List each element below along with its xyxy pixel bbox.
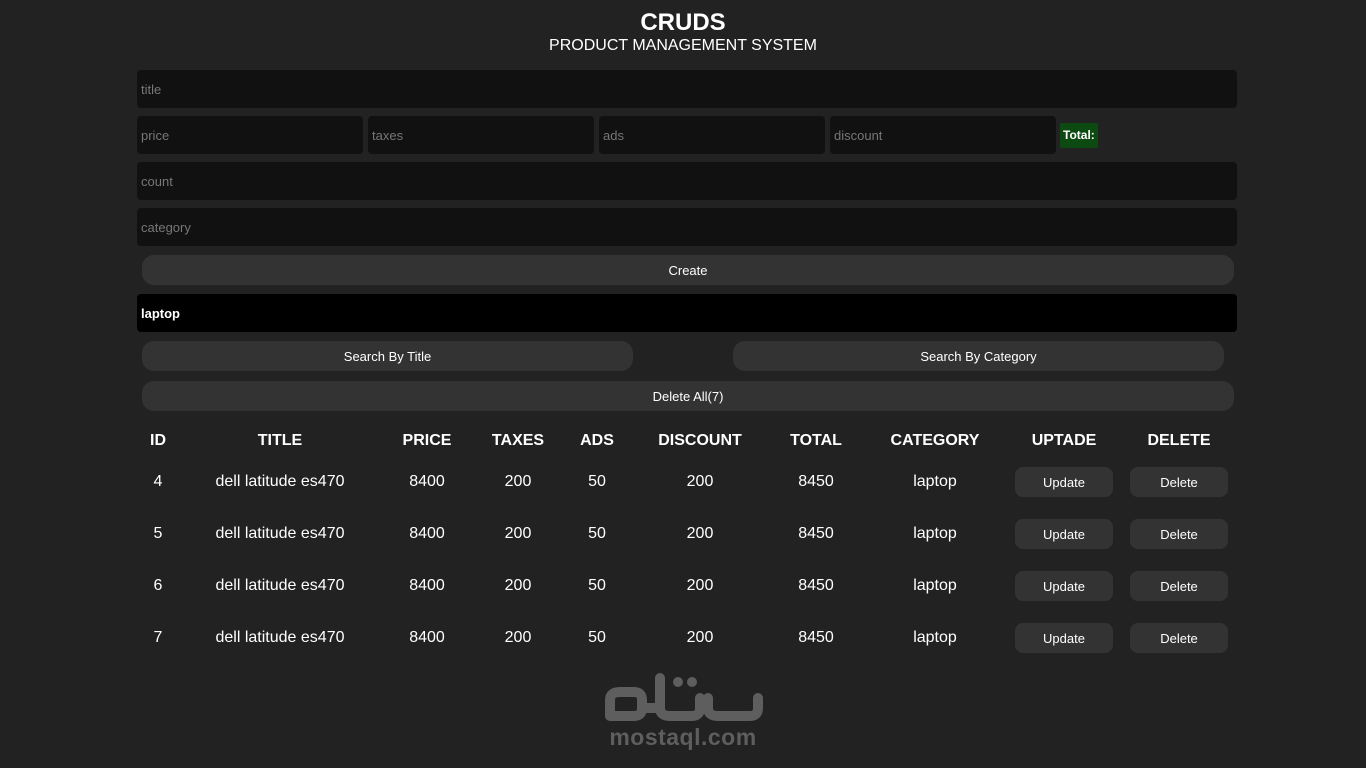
cell-title: dell latitude es470 <box>215 629 345 646</box>
cell-title: dell latitude es470 <box>215 577 345 594</box>
cell-total: 8450 <box>798 577 834 594</box>
count-input[interactable] <box>137 162 1237 200</box>
cell-title: dell latitude es470 <box>215 473 345 490</box>
cell-price: 8400 <box>409 525 445 542</box>
total-badge: Total: <box>1060 123 1098 148</box>
cell-delete: Delete <box>1121 508 1237 560</box>
price-input[interactable] <box>137 116 363 154</box>
page-subtitle: PRODUCT MANAGEMENT SYSTEM <box>549 37 817 54</box>
cell-delete: Delete <box>1121 456 1237 508</box>
cruds-app: CRUDS PRODUCT MANAGEMENT SYSTEM Total: C… <box>0 0 1366 768</box>
cell-id: 7 <box>153 629 163 646</box>
cell-id: 5 <box>153 525 163 542</box>
search-input[interactable] <box>137 294 1237 332</box>
table-row: 4 dell latitude es470 8400 200 50 200 84… <box>137 456 1237 508</box>
delete-button[interactable]: Delete <box>1130 571 1228 601</box>
cell-update: Update <box>1007 612 1121 664</box>
cell-ads: 50 <box>588 577 606 594</box>
products-table: ID TITLE PRICE TAXES ADS DISCOUNT TOTAL … <box>137 426 1237 664</box>
cell-category: laptop <box>913 525 957 542</box>
cell-ads: 50 <box>588 525 606 542</box>
table-row: 6 dell latitude es470 8400 200 50 200 84… <box>137 560 1237 612</box>
delete-button[interactable]: Delete <box>1130 467 1228 497</box>
cell-total: 8450 <box>798 525 834 542</box>
ads-input[interactable] <box>599 116 825 154</box>
cell-id: 4 <box>153 473 163 490</box>
cell-update: Update <box>1007 560 1121 612</box>
cell-id: 6 <box>153 577 163 594</box>
column-header-delete: DELETE <box>1147 432 1211 449</box>
cell-title: dell latitude es470 <box>215 525 345 542</box>
column-header-total: TOTAL <box>790 432 842 449</box>
cell-update: Update <box>1007 508 1121 560</box>
mostaql-watermark: mostaql.com <box>583 672 783 750</box>
taxes-input[interactable] <box>368 116 594 154</box>
column-header-title: TITLE <box>257 432 303 449</box>
cell-taxes: 200 <box>504 525 532 542</box>
column-header-discount: DISCOUNT <box>658 432 742 449</box>
update-button[interactable]: Update <box>1015 467 1113 497</box>
cell-category: laptop <box>913 629 957 646</box>
table-row: 7 dell latitude es470 8400 200 50 200 84… <box>137 612 1237 664</box>
search-by-title-button[interactable]: Search By Title <box>142 341 633 371</box>
cell-discount: 200 <box>686 473 714 490</box>
cell-price: 8400 <box>409 473 445 490</box>
column-header-category: CATEGORY <box>890 432 980 449</box>
page-header: CRUDS PRODUCT MANAGEMENT SYSTEM <box>0 10 1366 56</box>
delete-button[interactable]: Delete <box>1130 623 1228 653</box>
delete-button[interactable]: Delete <box>1130 519 1228 549</box>
update-button[interactable]: Update <box>1015 623 1113 653</box>
search-by-category-button[interactable]: Search By Category <box>733 341 1224 371</box>
cell-discount: 200 <box>686 629 714 646</box>
cell-category: laptop <box>913 577 957 594</box>
update-button[interactable]: Update <box>1015 571 1113 601</box>
column-header-update: UPTADE <box>1031 432 1097 449</box>
cell-ads: 50 <box>588 473 606 490</box>
cell-delete: Delete <box>1121 612 1237 664</box>
cell-taxes: 200 <box>504 629 532 646</box>
cell-total: 8450 <box>798 629 834 646</box>
table-header-row: ID TITLE PRICE TAXES ADS DISCOUNT TOTAL … <box>137 426 1237 456</box>
cell-price: 8400 <box>409 577 445 594</box>
cell-total: 8450 <box>798 473 834 490</box>
category-input[interactable] <box>137 208 1237 246</box>
cell-discount: 200 <box>686 577 714 594</box>
cell-taxes: 200 <box>504 473 532 490</box>
table-row: 5 dell latitude es470 8400 200 50 200 84… <box>137 508 1237 560</box>
cell-delete: Delete <box>1121 560 1237 612</box>
cell-update: Update <box>1007 456 1121 508</box>
column-header-price: PRICE <box>402 432 452 449</box>
page-title: CRUDS <box>640 9 726 36</box>
column-header-id: ID <box>150 432 166 449</box>
create-button[interactable]: Create <box>142 255 1234 285</box>
mostaql-watermark-text: mostaql.com <box>609 724 757 750</box>
title-input[interactable] <box>137 70 1237 108</box>
cell-category: laptop <box>913 473 957 490</box>
column-header-taxes: TAXES <box>491 432 545 449</box>
mostaql-logo-icon <box>605 673 763 721</box>
cell-taxes: 200 <box>504 577 532 594</box>
column-header-ads: ADS <box>580 432 614 449</box>
cell-discount: 200 <box>686 525 714 542</box>
update-button[interactable]: Update <box>1015 519 1113 549</box>
cell-ads: 50 <box>588 629 606 646</box>
delete-all-button[interactable]: Delete All(7) <box>142 381 1234 411</box>
discount-input[interactable] <box>830 116 1056 154</box>
cell-price: 8400 <box>409 629 445 646</box>
